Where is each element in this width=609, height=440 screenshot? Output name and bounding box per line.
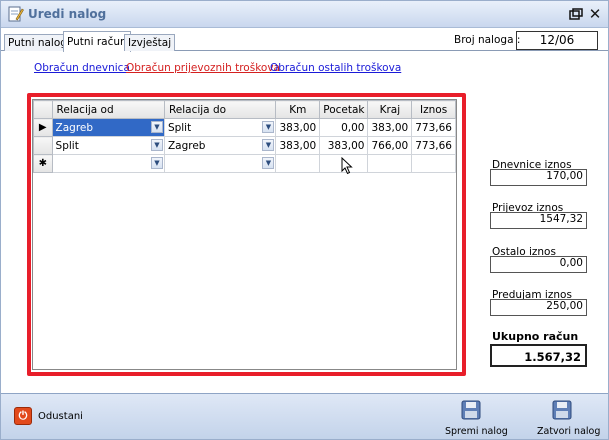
floppy-save-icon[interactable] xyxy=(551,400,573,420)
cell-iznos[interactable] xyxy=(411,154,456,173)
dropdown-arrow-icon[interactable]: ▼ xyxy=(262,121,275,133)
cell-km[interactable] xyxy=(275,154,321,173)
dropdown-arrow-icon[interactable]: ▼ xyxy=(150,121,163,133)
table-row[interactable]: Split ▼ Zagreb ▼ 383,00 383,00 766,00 773,… xyxy=(33,136,456,155)
dropdown-arrow-icon[interactable]: ▼ xyxy=(150,157,163,169)
cell-kraj[interactable]: 383,00 xyxy=(367,118,413,137)
cell-relacija-od[interactable]: ▼ xyxy=(51,154,165,173)
document-edit-icon xyxy=(8,6,24,22)
cell-relacija-od[interactable]: Split ▼ xyxy=(51,136,165,155)
prijevoz-iznos-field: 1547,32 xyxy=(490,212,587,229)
relacije-table: Relacija od Relacija do Km Pocetak Kraj … xyxy=(33,100,456,173)
dropdown-arrow-icon[interactable]: ▼ xyxy=(262,139,275,151)
tab-putni-racun[interactable]: Putni račun xyxy=(63,31,131,52)
table-row[interactable]: ▶ Zagreb ▼ Split ▼ 383,00 0,00 383,00 773,… xyxy=(33,118,456,137)
ostalo-iznos-field: 0,00 xyxy=(490,256,587,273)
restore-icon[interactable] xyxy=(567,5,585,23)
cell-km[interactable]: 383,00 xyxy=(275,118,321,137)
cell-kraj[interactable] xyxy=(367,154,413,173)
cell-value: Split xyxy=(55,139,79,152)
floppy-save-icon[interactable] xyxy=(460,400,482,420)
broj-naloga-label: Broj naloga : xyxy=(454,34,521,46)
current-row-indicator[interactable]: ▶ xyxy=(33,118,53,137)
column-header-km[interactable]: Km xyxy=(275,100,321,119)
predujam-iznos-field: 250,00 xyxy=(490,299,587,316)
column-header-relacija-do[interactable]: Relacija do xyxy=(163,100,277,119)
broj-naloga-field: 12/06 xyxy=(516,31,598,50)
spremi-nalog-button[interactable]: Spremi nalog xyxy=(445,426,508,437)
cell-kraj[interactable]: 766,00 xyxy=(367,136,413,155)
column-header-pocetak[interactable]: Pocetak xyxy=(319,100,369,119)
new-row[interactable]: ✱ ▼ ▼ xyxy=(33,154,456,173)
cell-value: Zagreb xyxy=(55,121,94,134)
title-bar: Uredi nalog ✕ xyxy=(1,1,608,28)
cell-iznos[interactable]: 773,66 xyxy=(411,136,456,155)
row-indicator[interactable] xyxy=(33,136,53,155)
link-obracun-prijevoznih[interactable]: Obračun prijevoznih troškova xyxy=(126,62,280,74)
uredi-nalog-window: Uredi nalog ✕ Putni nalog Putni račun Iz… xyxy=(0,0,609,440)
tab-izvjestaj[interactable]: Izvještaj xyxy=(124,34,176,51)
cell-value: Split xyxy=(167,121,192,134)
cell-pocetak[interactable]: 383,00 xyxy=(319,136,369,155)
new-row-indicator[interactable]: ✱ xyxy=(33,154,53,173)
cell-relacija-do[interactable]: Split ▼ xyxy=(163,118,277,137)
odustani-button[interactable]: Odustani xyxy=(38,411,83,422)
dnevnice-iznos-field: 170,00 xyxy=(490,169,587,186)
relacije-grid[interactable]: Relacija od Relacija do Km Pocetak Kraj … xyxy=(32,99,457,370)
cell-value: Zagreb xyxy=(167,139,206,152)
grid-header-row: Relacija od Relacija do Km Pocetak Kraj … xyxy=(33,100,456,119)
column-header-iznos[interactable]: Iznos xyxy=(411,100,456,119)
cell-km[interactable]: 383,00 xyxy=(275,136,321,155)
zatvori-nalog-button[interactable]: Zatvori nalog xyxy=(537,426,600,437)
ukupno-racun-label: Ukupno račun xyxy=(492,330,579,343)
bottom-toolbar: ⏻ Odustani Spremi nalog Zatvori nalog xyxy=(1,393,608,439)
cell-relacija-do[interactable]: ▼ xyxy=(163,154,277,173)
cell-pocetak[interactable]: 0,00 xyxy=(319,118,369,137)
link-obracun-dnevnica[interactable]: Obračun dnevnica xyxy=(34,62,130,74)
dropdown-arrow-icon[interactable]: ▼ xyxy=(150,139,163,151)
column-header-relacija-od[interactable]: Relacija od xyxy=(51,100,165,119)
power-icon[interactable]: ⏻ xyxy=(14,407,32,425)
cell-relacija-do[interactable]: Zagreb ▼ xyxy=(163,136,277,155)
mouse-cursor-icon xyxy=(341,157,353,175)
cell-iznos[interactable]: 773,66 xyxy=(411,118,456,137)
column-header-kraj[interactable]: Kraj xyxy=(367,100,413,119)
ukupno-racun-field: 1.567,32 xyxy=(490,344,587,367)
tab-putni-nalog[interactable]: Putni nalog xyxy=(4,34,71,51)
link-obracun-ostalih[interactable]: Obračun ostalih troškova xyxy=(270,62,401,74)
close-icon[interactable]: ✕ xyxy=(586,5,604,23)
cell-relacija-od[interactable]: Zagreb ▼ xyxy=(51,118,165,137)
window-title: Uredi nalog xyxy=(28,7,107,21)
row-header-corner xyxy=(33,100,53,119)
dropdown-arrow-icon[interactable]: ▼ xyxy=(262,157,275,169)
